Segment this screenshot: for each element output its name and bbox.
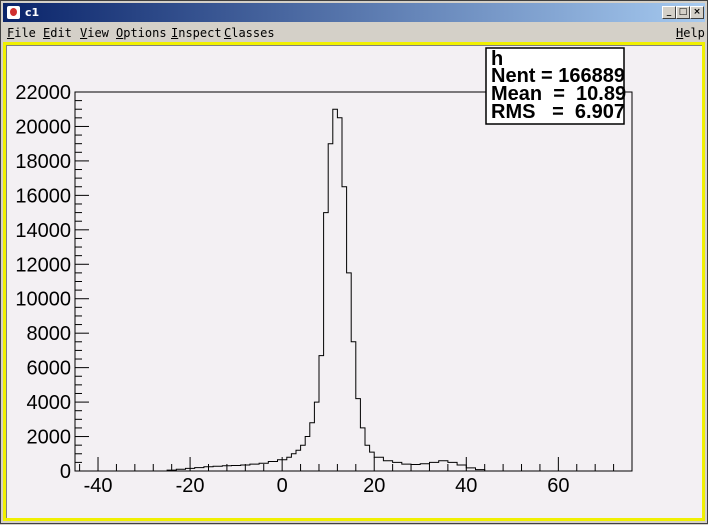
y-tick-label: 22000 bbox=[15, 82, 71, 104]
x-tick-label: -20 bbox=[176, 475, 205, 497]
axis-ticks bbox=[75, 91, 633, 472]
y-tick-label: 0 bbox=[60, 461, 71, 483]
y-tick-label: 8000 bbox=[27, 323, 72, 345]
histogram-chart[interactable]: 0 2000 4000 6000 8000 10000 12000 14000 16000 180… bbox=[1, 1, 708, 525]
y-tick-label: 12000 bbox=[15, 254, 71, 276]
y-tick-labels: 0 2000 4000 6000 8000 10000 12000 14000 16000 180… bbox=[15, 82, 71, 483]
y-tick-label: 2000 bbox=[27, 427, 72, 449]
x-tick-label: 0 bbox=[277, 475, 288, 497]
x-tick-label: -40 bbox=[84, 475, 113, 497]
stats-rms: RMS = 6.907 bbox=[491, 101, 625, 123]
y-tick-label: 16000 bbox=[15, 185, 71, 207]
y-tick-label: 10000 bbox=[15, 289, 71, 311]
x-tick-label: 20 bbox=[363, 475, 385, 497]
y-tick-label: 20000 bbox=[15, 116, 71, 138]
y-tick-label: 4000 bbox=[27, 392, 72, 414]
plot-frame bbox=[74, 91, 633, 472]
y-tick-label: 14000 bbox=[15, 220, 71, 242]
x-tick-label: 40 bbox=[455, 475, 477, 497]
root-window: c1 _ □ × File Edit View Options Inspect … bbox=[0, 0, 708, 524]
y-tick-label: 6000 bbox=[27, 358, 72, 380]
y-tick-label: 18000 bbox=[15, 151, 71, 173]
stats-box[interactable]: h Nent = 166889 Mean = 10.89 RMS = 6.907 bbox=[485, 47, 626, 125]
x-tick-label: 60 bbox=[547, 475, 569, 497]
x-tick-labels: -40 -20 0 20 40 60 bbox=[84, 475, 570, 497]
histogram-line bbox=[75, 108, 632, 472]
